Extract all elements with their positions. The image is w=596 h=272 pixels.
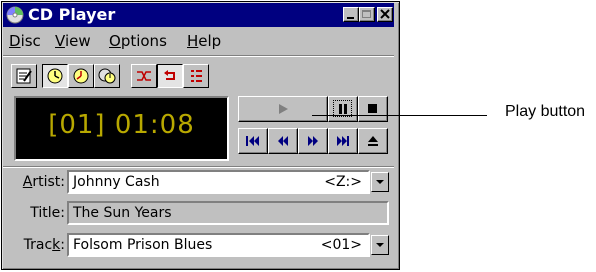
track-dropdown-button[interactable] bbox=[371, 235, 389, 255]
skip-back-icon bbox=[278, 136, 288, 146]
cd-icon bbox=[6, 6, 24, 24]
track-time-remaining-icon bbox=[73, 68, 89, 84]
next-track-icon bbox=[337, 136, 349, 146]
next-track-button[interactable] bbox=[328, 128, 358, 154]
dropdown-arrow-icon bbox=[376, 243, 384, 247]
skip-forwards-button[interactable] bbox=[298, 128, 328, 154]
previous-track-icon bbox=[246, 136, 259, 146]
title-bar[interactable]: CD Player bbox=[3, 3, 394, 27]
close-button[interactable] bbox=[377, 7, 393, 22]
random-order-button[interactable] bbox=[131, 64, 157, 88]
artist-dropdown-button[interactable] bbox=[371, 172, 389, 192]
disc-time-remaining-icon bbox=[98, 68, 116, 84]
intro-play-icon bbox=[191, 70, 202, 82]
menu-help[interactable]: Help bbox=[187, 32, 221, 50]
skip-forward-icon bbox=[308, 136, 318, 146]
stop-icon bbox=[368, 104, 377, 113]
previous-track-button[interactable] bbox=[238, 128, 268, 154]
artist-value: Johnny Cash bbox=[73, 174, 160, 190]
track-time-elapsed-button[interactable] bbox=[42, 64, 68, 88]
stop-button[interactable] bbox=[358, 96, 388, 122]
artist-field[interactable]: Johnny Cash <Z:> bbox=[67, 170, 370, 194]
track-time-elapsed-icon bbox=[47, 68, 63, 84]
edit-playlist-button[interactable] bbox=[11, 64, 37, 88]
artist-label: Artist: bbox=[22, 174, 65, 190]
pause-icon bbox=[339, 104, 347, 114]
menu-bar: Disc View Options Help bbox=[3, 29, 394, 51]
title-value: The Sun Years bbox=[73, 205, 172, 221]
title-field: The Sun Years bbox=[67, 201, 389, 225]
maximize-button[interactable] bbox=[359, 7, 375, 22]
title-label: Title: bbox=[30, 205, 65, 221]
track-time-readout: [01] 01:08 bbox=[48, 110, 195, 140]
window-title: CD Player bbox=[28, 5, 116, 24]
menu-view[interactable]: View bbox=[55, 32, 91, 50]
minimize-button[interactable] bbox=[343, 7, 359, 22]
callout-line bbox=[312, 115, 487, 116]
close-icon bbox=[380, 9, 390, 19]
continuous-play-icon bbox=[164, 70, 175, 80]
track-time-display: [01] 01:08 bbox=[14, 96, 229, 161]
skip-backwards-button[interactable] bbox=[268, 128, 298, 154]
menu-options[interactable]: Options bbox=[109, 32, 167, 50]
minimize-icon bbox=[347, 17, 354, 19]
play-icon bbox=[279, 104, 288, 114]
track-field[interactable]: Folsom Prison Blues <01> bbox=[67, 233, 370, 257]
callout-label: Play button bbox=[505, 103, 586, 120]
track-number-code: <01> bbox=[320, 237, 362, 253]
continuous-play-button[interactable] bbox=[157, 64, 183, 88]
play-button[interactable] bbox=[238, 96, 328, 122]
maximize-icon bbox=[362, 10, 371, 18]
disc-time-remaining-button[interactable] bbox=[94, 64, 120, 88]
track-value: Folsom Prison Blues bbox=[73, 237, 213, 253]
eject-button[interactable] bbox=[358, 128, 388, 154]
random-order-icon bbox=[137, 71, 151, 81]
dropdown-arrow-icon bbox=[376, 180, 384, 184]
track-time-remaining-button[interactable] bbox=[68, 64, 94, 88]
pause-button[interactable] bbox=[328, 96, 358, 122]
track-label: Track: bbox=[23, 237, 65, 253]
menu-separator bbox=[3, 55, 394, 57]
menu-disc[interactable]: Disc bbox=[9, 32, 41, 50]
eject-icon bbox=[368, 136, 378, 146]
artist-drive-code: <Z:> bbox=[324, 174, 362, 190]
display-separator bbox=[3, 166, 394, 168]
edit-playlist-icon bbox=[16, 68, 32, 84]
intro-play-button[interactable] bbox=[183, 64, 209, 88]
